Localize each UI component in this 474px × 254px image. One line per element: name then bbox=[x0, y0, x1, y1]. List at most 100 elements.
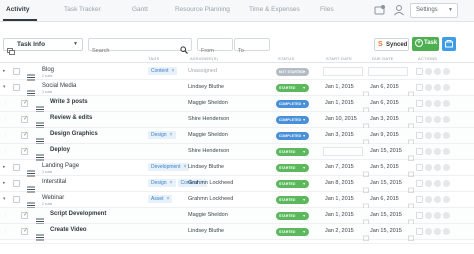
clock-icon[interactable] bbox=[434, 148, 441, 155]
edit-icon[interactable] bbox=[416, 116, 423, 123]
assignee[interactable]: Maggie Sheldon bbox=[188, 212, 228, 218]
task-drag-icon[interactable] bbox=[27, 196, 35, 209]
due-date[interactable]: Jan 15, 2015 bbox=[370, 180, 402, 186]
due-date[interactable]: Jan 15, 2015 bbox=[370, 148, 402, 154]
comment-icon[interactable] bbox=[425, 116, 432, 123]
more-icon[interactable] bbox=[443, 100, 450, 107]
status-badge[interactable]: NOT STARTED ▼ bbox=[276, 68, 309, 76]
row-checkbox[interactable]: ✓ bbox=[21, 116, 28, 123]
more-icon[interactable] bbox=[443, 148, 450, 155]
expand-icon[interactable]: ▸ bbox=[3, 180, 8, 188]
table-row[interactable]: ⋮ ✓ Deploy Shire Henderson STARTED ▼ Jan 15, … bbox=[0, 144, 474, 161]
due-date[interactable]: Jan 5, 2015 bbox=[370, 164, 399, 170]
edit-icon[interactable] bbox=[416, 84, 423, 91]
tab-gantt[interactable]: Gantt bbox=[132, 6, 148, 13]
settings-button[interactable]: Settings ▼ bbox=[410, 3, 458, 18]
calendar-icon[interactable] bbox=[363, 164, 369, 177]
clock-icon[interactable] bbox=[434, 212, 441, 219]
drag-handle-icon[interactable]: ⋮ bbox=[3, 100, 8, 108]
clock-icon[interactable] bbox=[434, 116, 441, 123]
drag-handle-icon[interactable]: ⋮ bbox=[3, 148, 8, 156]
status-badge[interactable]: STARTED ▼ bbox=[276, 148, 309, 156]
comment-icon[interactable] bbox=[425, 196, 432, 203]
start-date[interactable]: Jan 2, 2015 bbox=[325, 228, 354, 234]
comment-icon[interactable] bbox=[425, 180, 432, 187]
expand-icon[interactable]: ▸ bbox=[3, 164, 8, 172]
due-date[interactable]: Jan 6, 2015 bbox=[370, 84, 399, 90]
drag-handle-icon[interactable]: ⋮ bbox=[3, 212, 8, 220]
tab-activity[interactable]: Activity bbox=[6, 6, 29, 13]
comment-icon[interactable] bbox=[425, 228, 432, 235]
edit-icon[interactable] bbox=[416, 68, 423, 75]
more-icon[interactable] bbox=[443, 180, 450, 187]
remove-tag-icon[interactable]: × bbox=[167, 196, 170, 202]
tab-task-tracker[interactable]: Task Tracker bbox=[64, 6, 101, 13]
task-name[interactable]: Review & edits bbox=[50, 115, 92, 121]
edit-icon[interactable] bbox=[416, 212, 423, 219]
row-checkbox[interactable] bbox=[13, 164, 20, 171]
assignee[interactable]: Grahmn Lockheed bbox=[188, 180, 233, 186]
table-row[interactable]: ⋮ ✓ Design Graphics Design × Maggie Sheldon C… bbox=[0, 128, 474, 145]
assignee[interactable]: Maggie Sheldon bbox=[188, 132, 228, 138]
calendar-icon[interactable] bbox=[408, 196, 414, 209]
remove-tag-icon[interactable]: × bbox=[172, 68, 175, 74]
share-button[interactable] bbox=[442, 37, 456, 51]
edit-icon[interactable] bbox=[416, 228, 423, 235]
calendar-icon[interactable] bbox=[408, 228, 414, 241]
task-name[interactable]: Deploy bbox=[50, 147, 70, 153]
clock-icon[interactable] bbox=[434, 164, 441, 171]
task-name[interactable]: Interstital bbox=[42, 179, 66, 185]
due-date[interactable]: Jan 15, 2015 bbox=[370, 212, 402, 218]
start-date[interactable]: Jan 1, 2015 bbox=[325, 212, 354, 218]
task-drag-icon[interactable] bbox=[27, 164, 35, 177]
clock-icon[interactable] bbox=[434, 68, 441, 75]
calendar-icon[interactable] bbox=[363, 212, 369, 225]
due-date[interactable]: Jan 6, 2015 bbox=[370, 196, 399, 202]
task-name[interactable]: Write 3 posts bbox=[50, 99, 88, 105]
tag[interactable]: Design × bbox=[148, 179, 176, 187]
calendar-icon[interactable] bbox=[363, 228, 369, 241]
remove-tag-icon[interactable]: × bbox=[170, 132, 173, 138]
start-date[interactable]: Jan 10, 2015 bbox=[325, 116, 357, 122]
task-drag-icon[interactable] bbox=[36, 116, 44, 129]
col-start-date[interactable]: START DATE bbox=[326, 56, 352, 61]
task-name[interactable]: Create Video bbox=[50, 227, 87, 233]
comment-icon[interactable] bbox=[425, 164, 432, 171]
start-date[interactable]: Jan 7, 2015 bbox=[325, 164, 354, 170]
table-row[interactable]: ▸ Blog 2 subs Content × Unassigned NOT STARTE… bbox=[0, 64, 474, 81]
calendar-icon[interactable] bbox=[363, 84, 369, 97]
status-badge[interactable]: STARTED ▼ bbox=[276, 84, 309, 92]
task-drag-icon[interactable] bbox=[36, 100, 44, 113]
people-icon[interactable] bbox=[392, 3, 406, 17]
calendar-icon[interactable] bbox=[363, 180, 369, 193]
view-selector[interactable]: Task Info ▼ bbox=[3, 38, 83, 55]
more-icon[interactable] bbox=[443, 164, 450, 171]
edit-icon[interactable] bbox=[416, 100, 423, 107]
edit-icon[interactable] bbox=[416, 196, 423, 203]
table-row[interactable]: ▾ Webinar 2 subs Asset × Grahmn Lockheed STAR… bbox=[0, 192, 474, 209]
table-row[interactable]: ▾ Social Media 3 subs Lindsey Bluthe STARTE… bbox=[0, 80, 474, 97]
more-icon[interactable] bbox=[443, 68, 450, 75]
more-icon[interactable] bbox=[443, 116, 450, 123]
drag-handle-icon[interactable]: ⋮ bbox=[3, 132, 8, 140]
calendar-icon[interactable] bbox=[363, 100, 369, 113]
start-date[interactable]: Jan 8, 2015 bbox=[325, 180, 354, 186]
task-drag-icon[interactable] bbox=[36, 132, 44, 145]
due-date[interactable]: Jan 9, 2015 bbox=[370, 132, 399, 138]
due-date[interactable]: Jan 15, 2015 bbox=[370, 228, 402, 234]
assignee[interactable]: Lindsey Bluthe bbox=[188, 228, 224, 234]
status-badge[interactable]: COMPLETED ▼ bbox=[276, 116, 309, 124]
calendar-icon[interactable] bbox=[408, 116, 414, 129]
task-drag-icon[interactable] bbox=[36, 212, 44, 225]
status-badge[interactable]: COMPLETED ▼ bbox=[276, 132, 309, 140]
comment-icon[interactable] bbox=[425, 212, 432, 219]
start-date-field[interactable] bbox=[323, 147, 363, 156]
row-checkbox[interactable] bbox=[13, 180, 20, 187]
col-due-date[interactable]: DUE DATE bbox=[372, 56, 394, 61]
task-drag-icon[interactable] bbox=[27, 84, 35, 97]
tag[interactable]: Design × bbox=[148, 131, 176, 139]
more-icon[interactable] bbox=[443, 132, 450, 139]
status-badge[interactable]: STARTED ▼ bbox=[276, 164, 309, 172]
assignee[interactable]: Lindsey Bluthe bbox=[188, 84, 224, 90]
row-checkbox[interactable]: ✓ bbox=[21, 148, 28, 155]
